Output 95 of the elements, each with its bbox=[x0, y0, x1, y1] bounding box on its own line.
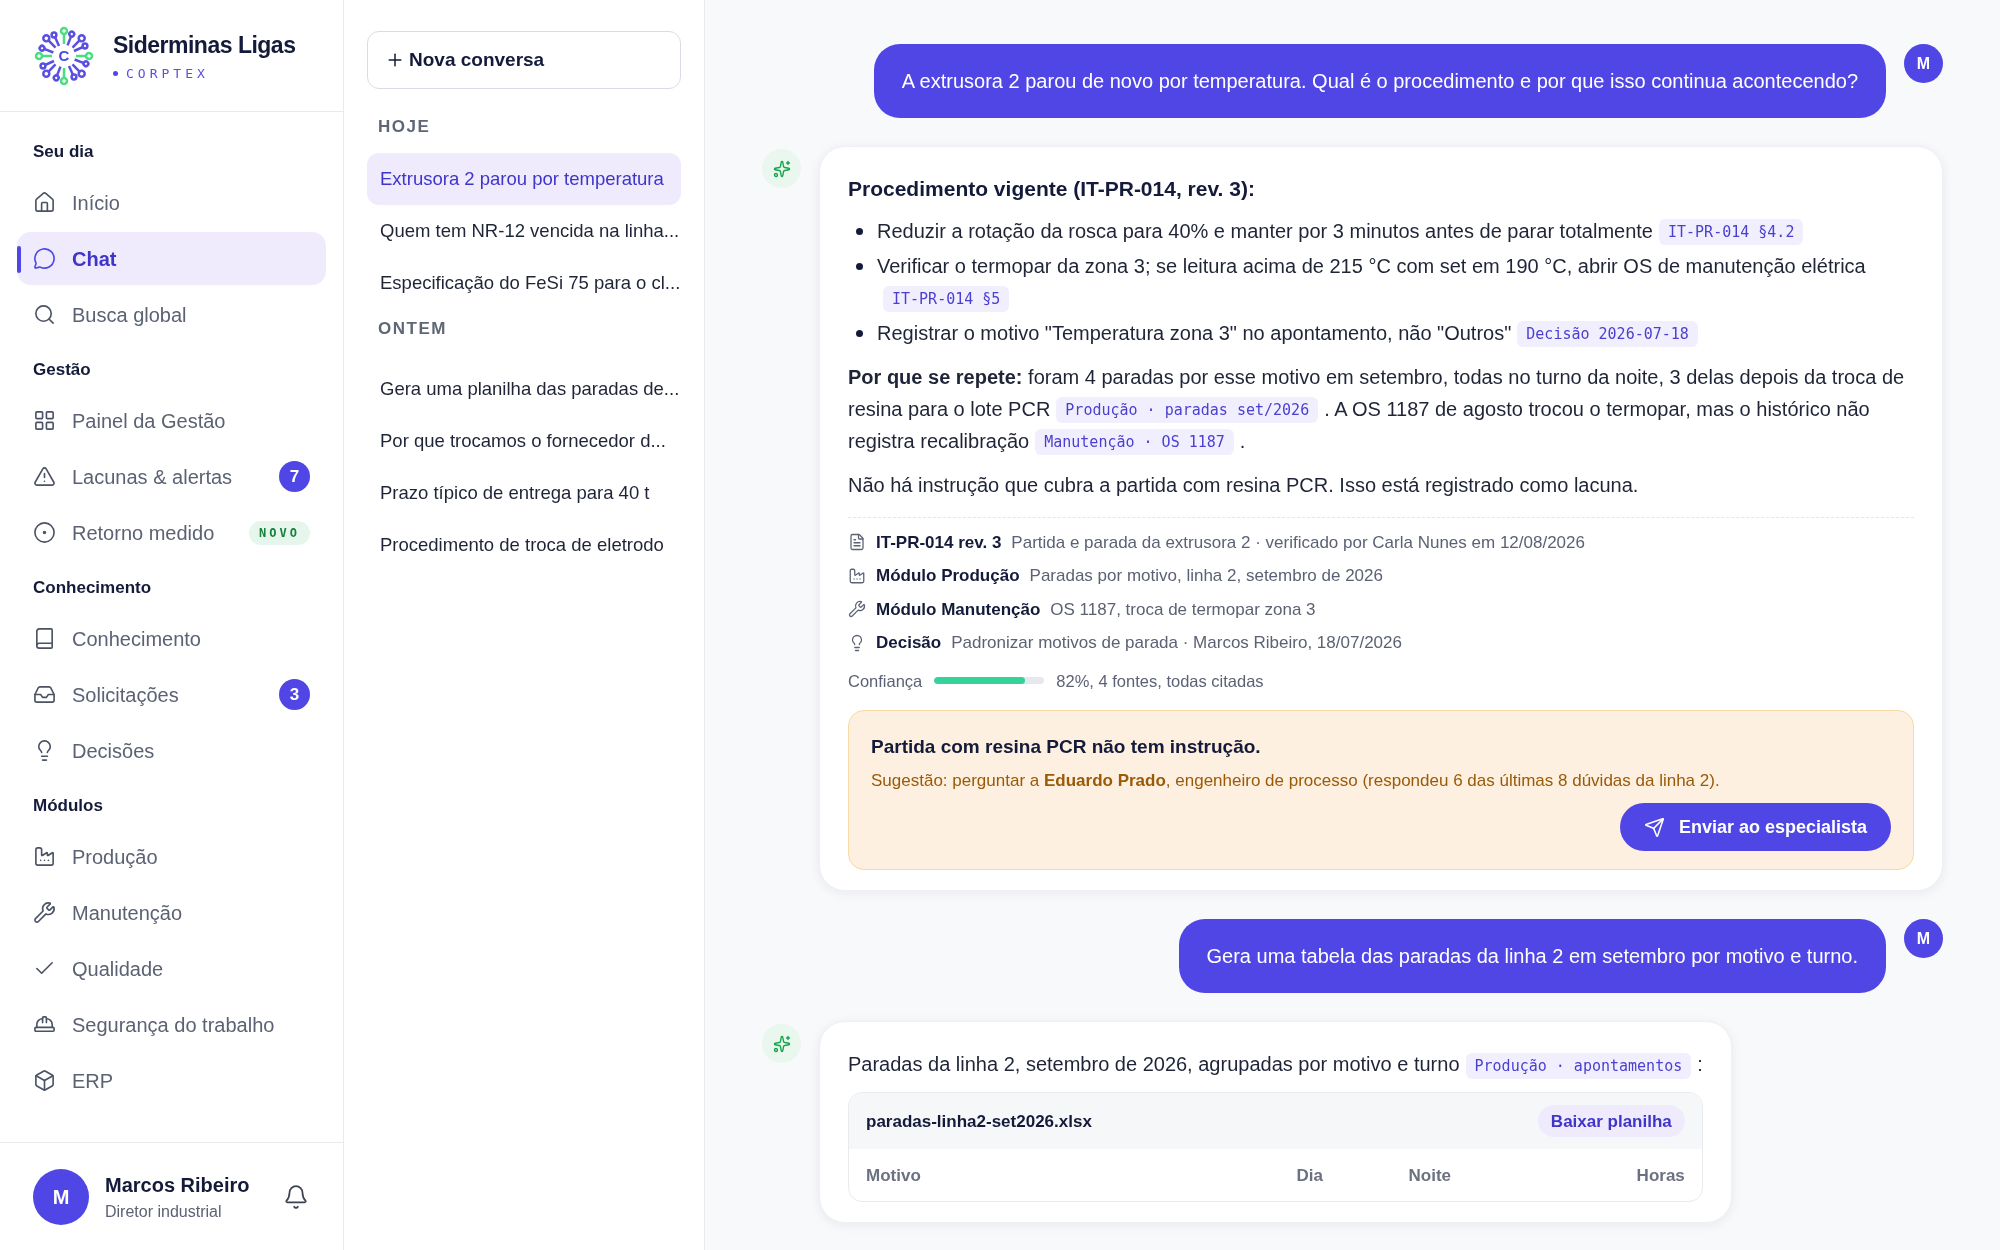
new-badge: NOVO bbox=[249, 520, 310, 545]
brand-name: Siderminas Ligas bbox=[113, 31, 296, 60]
bullet-icon bbox=[856, 262, 863, 270]
inbox-icon bbox=[33, 683, 56, 706]
user-avatar: M bbox=[1904, 919, 1943, 959]
factory-icon bbox=[848, 566, 866, 585]
home-icon bbox=[33, 191, 56, 214]
nav-item[interactable]: Início bbox=[17, 176, 326, 229]
count-badge: 7 bbox=[279, 461, 310, 492]
group-heading: HOJE bbox=[377, 116, 432, 139]
source-detail: Partida e parada da extrusora 2 · verificado por Carla Nunes em 12/08/2026 bbox=[1011, 531, 1585, 554]
assistant-avatar bbox=[762, 149, 801, 188]
source-detail: OS 1187, troca de termopar zona 3 bbox=[1050, 598, 1316, 621]
user-name: Marcos Ribeiro bbox=[105, 1172, 251, 1198]
section-heading: Módulos bbox=[32, 795, 104, 818]
send-to-expert-button[interactable]: Enviar ao especialista bbox=[1619, 803, 1891, 852]
citation-chip[interactable]: IT-PR-014 §4.2 bbox=[1659, 219, 1804, 246]
source-title[interactable]: Módulo Produção bbox=[876, 563, 1020, 589]
conversation-item[interactable]: Especificação do FeSi 75 para o cl... bbox=[367, 257, 681, 309]
citation-chip[interactable]: IT-PR-014 §5 bbox=[883, 286, 1010, 313]
document-icon bbox=[848, 533, 866, 552]
nav-item[interactable]: Conhecimento bbox=[17, 612, 326, 665]
conversation-item[interactable]: Quem tem NR-12 vencida na linha... bbox=[367, 205, 681, 257]
column-header: Noite bbox=[1407, 1164, 1453, 1187]
bullet-text: Reduzir a rotação da rosca para 40% e manter por 3 minutos antes de parar totalmente IT-PR-014 §4.2 bbox=[877, 214, 1810, 247]
download-button[interactable]: Baixar planilha bbox=[1537, 1105, 1685, 1138]
nav-item[interactable]: Lacunas & alertas 7 bbox=[17, 450, 326, 503]
nav-item[interactable]: Segurança do trabalho bbox=[17, 998, 326, 1051]
section-heading: Conhecimento bbox=[32, 577, 153, 600]
answer-paragraph: Paradas da linha 2, setembro de 2026, agrupadas por motivo e turno Produção · apontamentos : bbox=[848, 1048, 1703, 1081]
answer-paragraph: Não há instrução que cubra a partida com resina PCR. Isso está registrado como lacuna. bbox=[848, 472, 1640, 498]
user-role: Diretor industrial bbox=[105, 1201, 223, 1222]
logo-icon bbox=[33, 24, 95, 87]
citation-chip[interactable]: Manutenção · OS 1187 bbox=[1035, 429, 1234, 456]
user-message: A extrusora 2 parou de novo por temperatura. Qual é o procedimento e por que isso continua acontecendo? bbox=[873, 44, 1886, 118]
user-message: Gera uma tabela das paradas da linha 2 em setembro por motivo e turno. bbox=[1178, 919, 1886, 994]
source-title[interactable]: Decisão bbox=[876, 630, 942, 656]
bullet-icon bbox=[856, 227, 863, 235]
new-conversation-button[interactable]: Nova conversa bbox=[367, 31, 681, 89]
bullet-text: Verificar o termopar da zona 3; se leitura acima de 215 °C com set em 190 °C, abrir OS de manutenção elétrica IT-PR-014 §5 bbox=[877, 249, 1914, 314]
bullet-text: Registrar o motivo "Temperatura zona 3" no apontamento, não "Outros" Decisão 2026-07-18 bbox=[877, 316, 1704, 349]
user-avatar: M bbox=[1904, 44, 1943, 83]
citation-chip[interactable]: Produção · apontamentos bbox=[1465, 1052, 1692, 1079]
target-icon bbox=[33, 521, 56, 544]
answer-heading: Procedimento vigente (IT-PR-014, rev. 3): bbox=[848, 176, 1256, 202]
conversation-item[interactable]: Prazo típico de entrega para 40 t bbox=[367, 467, 681, 519]
source-detail: Padronizar motivos de parada · Marcos Ribeiro, 18/07/2026 bbox=[951, 632, 1402, 654]
confidence-label: Confiança bbox=[848, 670, 923, 692]
nav-item[interactable]: Busca global bbox=[17, 288, 326, 341]
wrench-icon bbox=[848, 600, 866, 619]
logo-letter: C bbox=[58, 45, 70, 66]
section-heading: Gestão bbox=[32, 359, 92, 382]
citation-chip[interactable]: Decisão 2026-07-18 bbox=[1517, 321, 1698, 348]
group-heading: ONTEM bbox=[377, 318, 448, 341]
grid-icon bbox=[33, 409, 56, 432]
confidence-reading: 82%, 4 fontes, todas citadas bbox=[1056, 670, 1264, 692]
alert-text: Sugestão: perguntar a Eduardo Prado, engenheiro de processo (respondeu 6 das últimas 8 dúvidas da linha 2). bbox=[871, 769, 1721, 792]
answer-paragraph: Por que se repete: foram 4 paradas por esse motivo em setembro, todas no turno da noite, 3 delas depois da troca de resina para o lote PCR Produção · paradas set/2026 . A OS 1187 de agosto trocou o termopar, mas o histórico não registra recalibração Manutenção · OS 1187 . bbox=[848, 360, 1914, 457]
section-heading: Seu dia bbox=[32, 141, 95, 164]
active-indicator bbox=[17, 246, 21, 273]
nav-item[interactable]: Chat bbox=[17, 232, 326, 285]
conversation-item[interactable]: Procedimento de troca de eletrodo bbox=[367, 519, 681, 571]
column-header: Dia bbox=[1295, 1164, 1325, 1187]
source-detail: Paradas por motivo, linha 2, setembro de 2026 bbox=[1029, 565, 1383, 587]
chat-icon bbox=[33, 247, 56, 270]
wrench-icon bbox=[33, 901, 56, 924]
alert-title: Partida com resina PCR não tem instrução. bbox=[871, 735, 1262, 760]
citation-chip[interactable]: Produção · paradas set/2026 bbox=[1056, 397, 1319, 424]
product-name: CORPTEX bbox=[126, 64, 209, 83]
assistant-avatar bbox=[762, 1024, 801, 1064]
conversation-item[interactable]: Extrusora 2 parou por temperatura bbox=[367, 153, 681, 205]
nav-item[interactable]: Decisões bbox=[17, 724, 326, 777]
column-header: Horas bbox=[1635, 1164, 1685, 1187]
nav-item[interactable]: Qualidade bbox=[17, 942, 326, 995]
nav-item[interactable]: Manutenção bbox=[17, 886, 326, 939]
bullet-icon bbox=[856, 329, 863, 337]
cube-icon bbox=[33, 1069, 56, 1092]
nav-item[interactable]: Retorno medido NOVO bbox=[17, 506, 326, 559]
book-icon bbox=[33, 627, 56, 650]
factory-icon bbox=[33, 845, 56, 868]
file-name: paradas-linha2-set2026.xlsx bbox=[866, 1110, 1092, 1133]
nav-item[interactable]: ERP bbox=[17, 1054, 326, 1107]
count-badge: 3 bbox=[279, 679, 310, 710]
send-icon bbox=[1643, 816, 1665, 838]
warning-icon bbox=[33, 465, 56, 488]
conversation-item[interactable]: Gera uma planilha das paradas de... bbox=[367, 363, 681, 415]
source-title[interactable]: Módulo Manutenção bbox=[876, 596, 1041, 622]
search-icon bbox=[33, 303, 56, 326]
nav-item[interactable]: Produção bbox=[17, 830, 326, 883]
conversation-item[interactable]: Por que trocamos o fornecedor d... bbox=[367, 415, 681, 467]
user-avatar: M bbox=[33, 1168, 89, 1225]
source-title[interactable]: IT-PR-014 rev. 3 bbox=[876, 529, 1002, 555]
nav-item[interactable]: Solicitações 3 bbox=[17, 668, 326, 721]
nav-item[interactable]: Painel da Gestão bbox=[17, 394, 326, 447]
column-header: Motivo bbox=[866, 1164, 922, 1187]
